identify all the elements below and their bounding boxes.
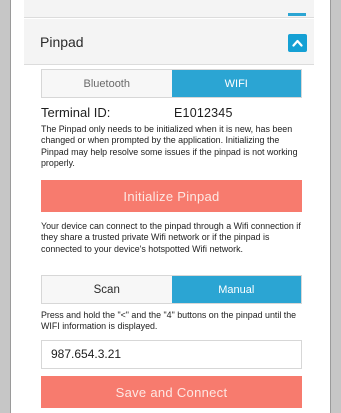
manual-info-text: Press and hold the "<" and the "4" butto… xyxy=(41,310,297,332)
terminal-id-label: Terminal ID: xyxy=(41,105,111,120)
wifi-info-text: Your device can connect to the pinpad th… xyxy=(41,221,301,254)
tab-bluetooth[interactable]: Bluetooth xyxy=(42,70,172,97)
app-frame: Pinpad Bluetooth WIFI Terminal ID: E1012… xyxy=(10,0,331,413)
discovery-mode-toggle: Scan Manual xyxy=(41,275,302,304)
tab-wifi[interactable]: WIFI xyxy=(171,70,301,97)
chevron-up-icon xyxy=(292,39,303,47)
terminal-id-value: E1012345 xyxy=(174,106,233,120)
tab-scan[interactable]: Scan xyxy=(42,276,172,303)
collapse-button[interactable] xyxy=(288,34,307,52)
save-and-connect-button[interactable]: Save and Connect xyxy=(41,376,302,408)
initialize-pinpad-button[interactable]: Initialize Pinpad xyxy=(41,180,302,212)
section-title: Pinpad xyxy=(40,34,84,50)
ip-address-input[interactable]: 987.654.3.21 xyxy=(41,340,302,369)
connection-type-toggle: Bluetooth WIFI xyxy=(41,69,302,98)
previous-section-toggle[interactable] xyxy=(288,13,306,16)
previous-section-strip xyxy=(24,0,314,18)
initialize-info-text: The Pinpad only needs to be initialized … xyxy=(41,124,298,169)
tab-manual[interactable]: Manual xyxy=(171,276,301,303)
pinpad-section-header[interactable]: Pinpad xyxy=(24,19,314,65)
